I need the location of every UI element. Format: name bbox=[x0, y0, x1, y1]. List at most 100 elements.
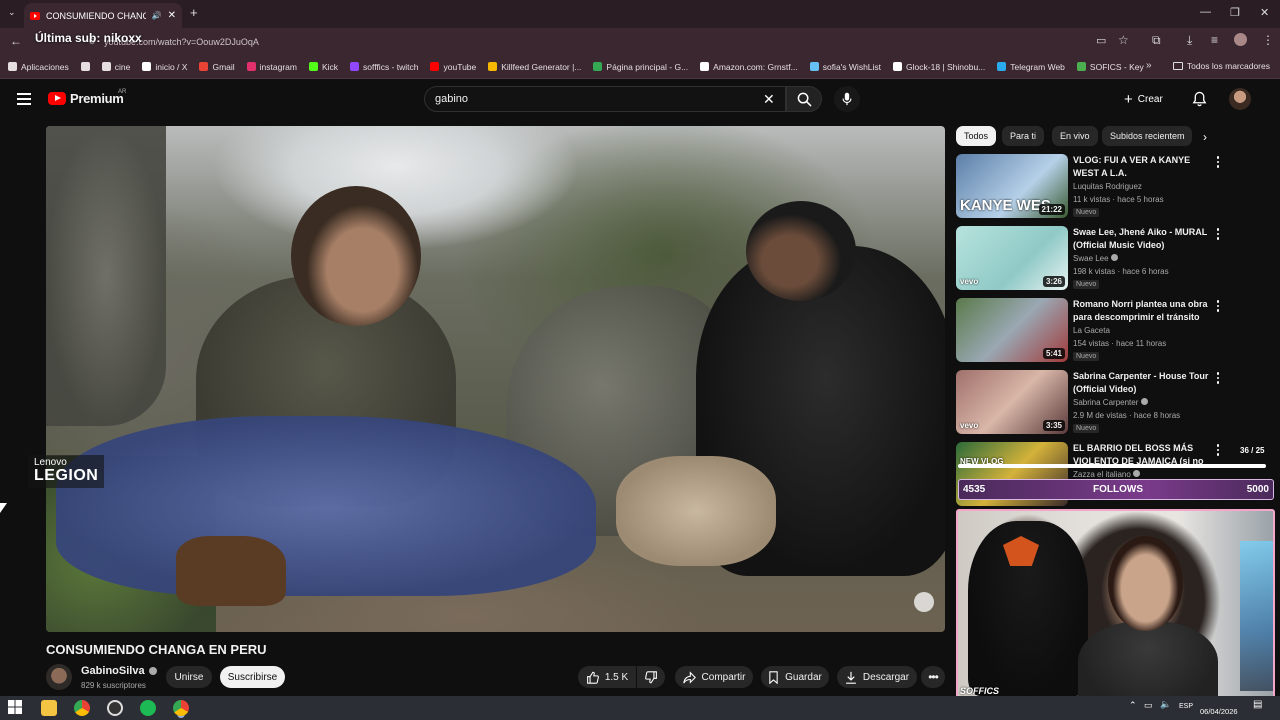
person-left-legs bbox=[56, 416, 596, 596]
keyboard-language[interactable]: ESP bbox=[1179, 703, 1193, 710]
apps-grid-icon bbox=[8, 62, 17, 71]
speaker-icon[interactable]: 🔊 bbox=[152, 11, 162, 20]
like-button[interactable]: 1.5 K bbox=[578, 666, 636, 688]
bookmark-item[interactable]: cine bbox=[101, 62, 130, 72]
recommendation-item[interactable]: KANYE WES 21:22 VLOG: FUI A VER A KANYE WE… bbox=[956, 154, 1266, 218]
chip-subidos[interactable]: Subidos recientem bbox=[1102, 126, 1192, 146]
create-button[interactable]: + Crear bbox=[1124, 89, 1163, 109]
clear-search-icon[interactable]: ✕ bbox=[763, 91, 775, 108]
user-avatar[interactable] bbox=[1229, 88, 1251, 110]
download-button[interactable]: Descargar bbox=[837, 666, 917, 688]
obs-icon[interactable] bbox=[107, 700, 123, 716]
extensions-icon[interactable]: ⧉ bbox=[1152, 33, 1161, 48]
thumbnail-text: vevo bbox=[960, 277, 979, 286]
bookmark-item[interactable]: Killfeed Generator |... bbox=[488, 62, 581, 72]
join-button[interactable]: Unirse bbox=[166, 666, 212, 688]
recommendation-item[interactable]: vevo 3:35 Sabrina Carpenter - House Tour (… bbox=[956, 370, 1266, 434]
save-button[interactable]: Guardar bbox=[761, 666, 829, 688]
recommendation-title[interactable]: VLOG: FUI A VER A KANYE WEST A L.A. bbox=[1073, 154, 1209, 180]
all-bookmarks[interactable]: Todos los marcadores bbox=[1172, 61, 1270, 71]
video-settings-icon[interactable] bbox=[914, 592, 934, 612]
chip-para-ti[interactable]: Para ti bbox=[1002, 126, 1045, 146]
video-thumbnail[interactable]: vevo 3:26 bbox=[956, 226, 1068, 290]
logo-country: AR bbox=[118, 89, 127, 95]
bookmark-item[interactable]: SOFICS - Key bbox=[1076, 61, 1144, 72]
more-vertical-icon[interactable] bbox=[1214, 228, 1222, 240]
chevron-right-icon[interactable]: › bbox=[1203, 130, 1207, 144]
bookmark-item[interactable]: Glock-18 | Shinobu... bbox=[893, 62, 985, 72]
tab-list-chevron-icon[interactable]: ⌄ bbox=[8, 7, 16, 18]
recommendation-item[interactable]: vevo 3:26 Swae Lee, Jhené Aiko - MURAL (Of… bbox=[956, 226, 1266, 290]
bookmark-item[interactable]: Kick bbox=[308, 62, 338, 72]
recommendation-channel[interactable]: Zazza el italiano bbox=[1073, 470, 1141, 479]
back-icon[interactable]: ← bbox=[10, 34, 22, 48]
search-button[interactable] bbox=[786, 86, 822, 112]
channel-name[interactable]: GabinoSilva bbox=[81, 665, 157, 677]
more-vertical-icon[interactable] bbox=[1214, 372, 1222, 384]
recommendation-channel[interactable]: La Gaceta bbox=[1073, 326, 1110, 335]
bookmark-item[interactable]: sofia's WishList bbox=[809, 62, 881, 72]
notifications-bell-icon[interactable] bbox=[1192, 91, 1207, 107]
notifications-icon[interactable]: ▤ bbox=[1253, 699, 1262, 710]
hamburger-menu-icon[interactable] bbox=[17, 93, 31, 105]
recommendation-title[interactable]: Sabrina Carpenter - House Tour (Official… bbox=[1073, 370, 1209, 396]
spotify-icon[interactable] bbox=[140, 700, 156, 716]
bookmark-label: SOFICS - Key bbox=[1089, 61, 1144, 72]
recommendation-channel[interactable]: Sabrina Carpenter bbox=[1073, 398, 1148, 407]
profile-icon[interactable] bbox=[1234, 33, 1247, 46]
chrome-icon[interactable] bbox=[74, 700, 90, 716]
more-vertical-icon[interactable] bbox=[1214, 156, 1222, 168]
network-icon[interactable]: ▭ bbox=[1144, 700, 1153, 711]
bookmark-item[interactable]: Gmail bbox=[199, 62, 235, 72]
restore-icon[interactable]: ❐ bbox=[1230, 6, 1240, 19]
bookmark-item[interactable]: Telegram Web bbox=[997, 62, 1065, 72]
download-icon[interactable]: ⤓ bbox=[1187, 33, 1192, 48]
browser-tab[interactable]: CONSUMIENDO CHANGA | 🔊 ✕ bbox=[24, 3, 182, 28]
chrome-active-icon[interactable] bbox=[173, 700, 189, 716]
recommendation-title[interactable]: Swae Lee, Jhené Aiko - MURAL (Official M… bbox=[1073, 226, 1209, 252]
recommendation-channel[interactable]: Swae Lee bbox=[1073, 254, 1118, 263]
tray-date[interactable]: 06/04/2026 bbox=[1200, 699, 1238, 716]
subscribe-button[interactable]: Suscribirse bbox=[220, 666, 285, 688]
close-window-icon[interactable]: ✕ bbox=[1260, 6, 1269, 19]
dislike-button[interactable] bbox=[637, 666, 665, 688]
download-icon bbox=[846, 671, 856, 684]
bookmark-item[interactable] bbox=[80, 62, 90, 71]
tab-close-icon[interactable]: ✕ bbox=[168, 10, 176, 21]
bookmark-item[interactable]: youTube bbox=[430, 62, 476, 72]
bookmark-item[interactable]: Aplicaciones bbox=[8, 62, 69, 72]
file-explorer-icon[interactable] bbox=[41, 700, 57, 716]
bookmark-item[interactable]: instagram bbox=[246, 62, 297, 72]
more-vertical-icon[interactable] bbox=[1214, 444, 1222, 456]
voice-search-button[interactable] bbox=[834, 86, 860, 112]
chip-todos[interactable]: Todos bbox=[956, 126, 997, 146]
tray-chevron-icon[interactable]: ⌃ bbox=[1129, 700, 1137, 711]
video-thumbnail[interactable]: vevo 3:35 bbox=[956, 370, 1068, 434]
more-actions-button[interactable]: ••• bbox=[921, 666, 945, 688]
channel-avatar[interactable] bbox=[46, 664, 72, 690]
bookmark-item[interactable]: Página principal - G... bbox=[593, 62, 688, 72]
browser-menu-icon[interactable]: ⋮ bbox=[1262, 33, 1274, 47]
bookmarks-overflow-button[interactable]: » bbox=[1146, 60, 1152, 71]
recommendation-title[interactable]: Romano Norri plantea una obra para desco… bbox=[1073, 298, 1209, 325]
bookmark-item[interactable]: Amazon.com: Grnstf... bbox=[700, 62, 798, 72]
video-player[interactable] bbox=[46, 126, 945, 632]
cast-icon[interactable]: ▭ bbox=[1096, 34, 1106, 47]
bookmark-item[interactable]: inicio / X bbox=[142, 62, 187, 72]
video-thumbnail[interactable]: KANYE WES 21:22 bbox=[956, 154, 1068, 218]
bookmark-star-icon[interactable]: ☆ bbox=[1118, 33, 1129, 47]
chip-en-vivo[interactable]: En vivo bbox=[1052, 126, 1098, 146]
new-tab-button[interactable]: + bbox=[190, 5, 198, 20]
bookmark-item[interactable]: sofffics - twitch bbox=[350, 62, 418, 72]
share-button[interactable]: Compartir bbox=[675, 666, 753, 688]
youtube-premium-logo[interactable]: Premium AR bbox=[48, 89, 127, 106]
video-thumbnail[interactable]: 5:41 bbox=[956, 298, 1068, 362]
recommendation-channel[interactable]: Luquitas Rodriguez bbox=[1073, 182, 1142, 191]
recommendation-item[interactable]: 5:41 Romano Norri plantea una obra para d… bbox=[956, 298, 1266, 362]
search-input[interactable]: gabino bbox=[424, 86, 786, 112]
windows-start-icon[interactable] bbox=[8, 700, 24, 716]
volume-icon[interactable]: 🔈 bbox=[1160, 699, 1171, 710]
media-icon[interactable]: ≡ bbox=[1211, 33, 1218, 47]
more-vertical-icon[interactable] bbox=[1214, 300, 1222, 312]
minimize-icon[interactable]: — bbox=[1200, 6, 1211, 18]
